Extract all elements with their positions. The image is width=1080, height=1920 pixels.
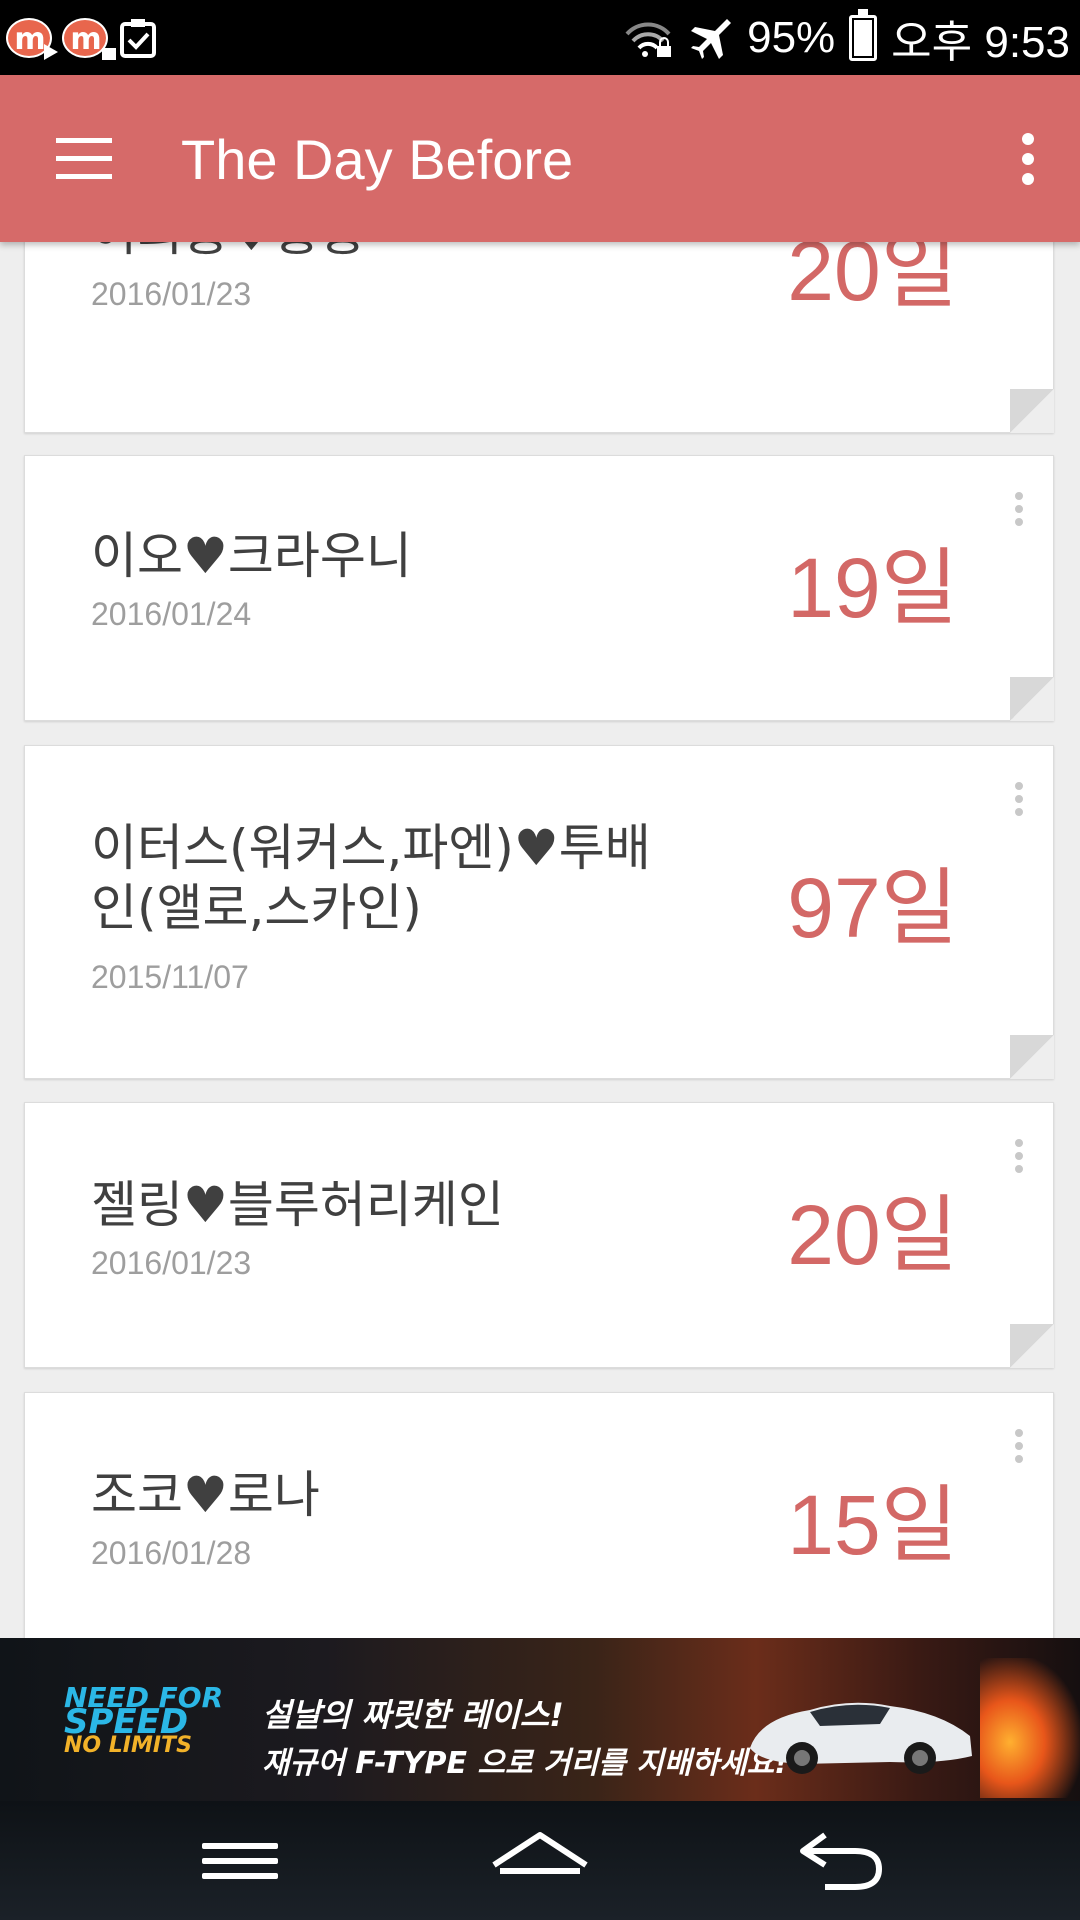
ad-logo-line3: NO LIMITS xyxy=(64,1733,192,1758)
overflow-menu-icon[interactable] xyxy=(1022,133,1036,185)
system-status: 95% 오후 9:53 xyxy=(623,0,1070,75)
clock: 오후 9:53 xyxy=(891,17,1070,67)
item-title: 젤링♥블루허리케인 xyxy=(91,1176,504,1234)
notification-icons: m m xyxy=(6,12,158,64)
corner-fold xyxy=(1010,389,1054,433)
item-day-count: 97일 xyxy=(787,861,958,955)
ad-logo-line2: SPEED xyxy=(64,1702,189,1742)
mm-app-icon: m xyxy=(62,16,116,60)
status-bar: m m 95% 오후 9:53 xyxy=(0,0,1080,75)
list-item[interactable]: 이오♥크라우니 2016/01/24 19일 xyxy=(24,455,1054,721)
list-item[interactable]: 여의룡♥홍룡 2016/01/23 20일 xyxy=(24,242,1054,433)
corner-fold xyxy=(1010,1035,1054,1079)
item-overflow-icon[interactable] xyxy=(1015,1429,1025,1469)
item-date: 2016/01/23 xyxy=(91,1245,252,1281)
ad-subline: 재규어 F-TYPE 으로 거리를 지배하세요! xyxy=(262,1746,788,1781)
item-title: 여의룡♥홍룡 xyxy=(91,242,671,263)
ad-logo: NEED FOR SPEED NO LIMITS xyxy=(64,1684,254,1758)
item-day-count: 19일 xyxy=(787,541,958,635)
app-title: The Day Before xyxy=(181,128,574,191)
corner-fold xyxy=(1010,1324,1054,1368)
battery-percent: 95% xyxy=(747,12,836,62)
app-bar: The Day Before xyxy=(0,75,1080,242)
item-date: 2016/01/23 xyxy=(91,276,252,312)
item-day-count: 15일 xyxy=(787,1478,958,1572)
item-overflow-icon[interactable] xyxy=(1015,1139,1025,1179)
list-item[interactable]: 이터스(워커스,파엔)♥투배인(앨로,스카인) 2015/11/07 97일 xyxy=(24,745,1054,1079)
item-overflow-icon[interactable] xyxy=(1015,782,1025,822)
dday-list[interactable]: 여의룡♥홍룡 2016/01/23 20일 이오♥크라우니 2016/01/24… xyxy=(0,242,1080,1638)
item-date: 2016/01/24 xyxy=(91,596,252,632)
system-nav-bar xyxy=(0,1801,1080,1920)
flames-graphic xyxy=(980,1658,1080,1798)
ad-headline: 설날의 짜릿한 레이스! xyxy=(262,1696,564,1734)
item-title: 이터스(워커스,파엔)♥투배인(앨로,스카인) xyxy=(91,819,651,937)
back-icon[interactable] xyxy=(795,1829,885,1893)
list-item[interactable]: 젤링♥블루허리케인 2016/01/23 20일 xyxy=(24,1102,1054,1368)
clipboard-check-icon xyxy=(120,19,156,58)
home-icon[interactable] xyxy=(490,1829,590,1893)
car-image xyxy=(750,1702,972,1774)
item-date: 2015/11/07 xyxy=(91,959,249,995)
wifi-lock-icon xyxy=(625,22,672,57)
item-title: 조코♥로나 xyxy=(91,1466,320,1524)
item-day-count: 20일 xyxy=(787,242,958,318)
corner-fold xyxy=(1010,677,1054,721)
item-day-count: 20일 xyxy=(787,1188,958,1282)
battery-icon xyxy=(849,8,878,61)
list-item[interactable]: 조코♥로나 2016/01/28 15일 xyxy=(24,1392,1054,1638)
mm-app-icon: m xyxy=(6,16,58,60)
item-overflow-icon[interactable] xyxy=(1015,492,1025,532)
item-title: 이오♥크라우니 xyxy=(91,527,412,585)
item-date: 2016/01/28 xyxy=(91,1535,252,1571)
ad-banner[interactable]: NEED FOR SPEED NO LIMITS 설날의 짜릿한 레이스! 재규… xyxy=(0,1638,1080,1801)
menu-icon[interactable] xyxy=(56,138,112,179)
recent-apps-icon[interactable] xyxy=(200,1829,280,1893)
airplane-icon xyxy=(691,18,732,59)
